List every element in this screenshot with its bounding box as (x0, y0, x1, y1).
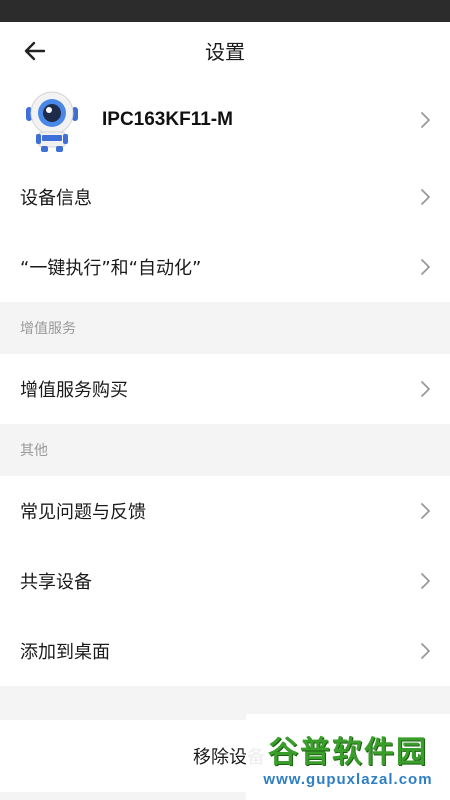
section-header-value-added: 增值服务 (0, 302, 450, 354)
chevron-right-icon (421, 503, 430, 519)
back-button[interactable] (20, 36, 50, 66)
section-header-other: 其他 (0, 424, 450, 476)
arrow-left-icon (24, 41, 46, 61)
share-device-row[interactable]: 共享设备 (0, 546, 450, 616)
chevron-right-icon (421, 112, 430, 128)
value-added-purchase-row[interactable]: 增值服务购买 (0, 354, 450, 424)
faq-feedback-label: 常见问题与反馈 (20, 502, 146, 523)
device-mascot-icon (26, 91, 78, 152)
automation-label: “一键执行”和“自动化” (20, 258, 202, 279)
device-info-row[interactable]: 设备信息 (0, 162, 450, 232)
device-name: IPC163KF11-M (102, 109, 233, 130)
chevron-right-icon (421, 573, 430, 589)
page-title: 设置 (205, 39, 245, 64)
chevron-right-icon (421, 643, 430, 659)
watermark: 谷普软件园 www.gupuxlazal.com (246, 714, 450, 800)
device-row[interactable]: IPC163KF11-M (0, 78, 450, 162)
chevron-right-icon (421, 259, 430, 275)
automation-row[interactable]: “一键执行”和“自动化” (0, 232, 450, 302)
watermark-url: www.gupuxlazal.com (263, 770, 433, 788)
app-header: 设置 (0, 22, 450, 78)
chevron-right-icon (421, 189, 430, 205)
add-to-desktop-label: 添加到桌面 (20, 642, 110, 663)
device-info-label: 设备信息 (20, 188, 92, 209)
status-bar (0, 0, 450, 22)
watermark-title: 谷普软件园 (268, 734, 428, 770)
value-added-purchase-label: 增值服务购买 (20, 380, 128, 401)
add-to-desktop-row[interactable]: 添加到桌面 (0, 616, 450, 686)
chevron-right-icon (421, 381, 430, 397)
share-device-label: 共享设备 (20, 572, 92, 593)
faq-feedback-row[interactable]: 常见问题与反馈 (0, 476, 450, 546)
